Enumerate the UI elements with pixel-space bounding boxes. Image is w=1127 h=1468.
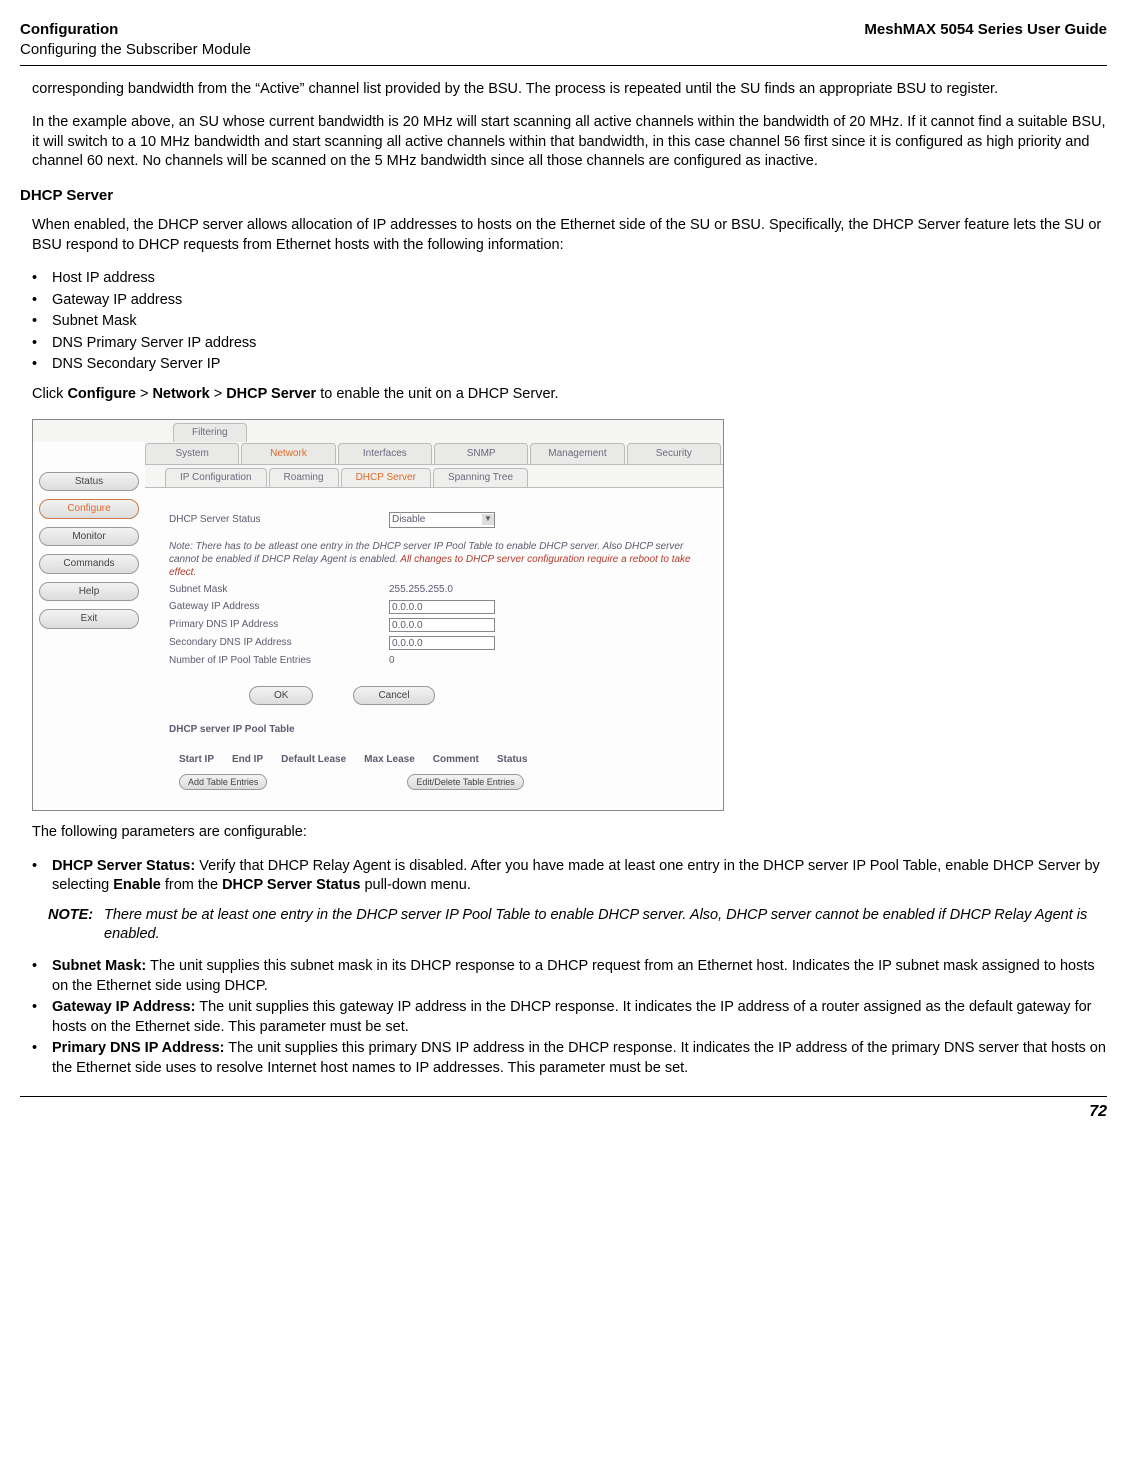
paragraph: In the example above, an SU whose curren… — [32, 113, 1107, 172]
subtab-roaming[interactable]: Roaming — [269, 468, 339, 487]
tab-filtering[interactable]: Filtering — [173, 423, 247, 442]
nav-help[interactable]: Help — [39, 582, 139, 602]
paragraph: Click Configure > Network > DHCP Server … — [32, 385, 1107, 405]
tab-snmp[interactable]: SNMP — [434, 443, 528, 464]
dhcp-status-label: DHCP Server Status — [169, 513, 389, 527]
subtab-ipconfig[interactable]: IP Configuration — [165, 468, 267, 487]
gateway-input[interactable]: 0.0.0.0 — [389, 600, 495, 614]
list-item: •DNS Primary Server IP address — [32, 334, 1107, 354]
tab-security[interactable]: Security — [627, 443, 721, 464]
pool-table-header: Start IP End IP Default Lease Max Lease … — [179, 753, 699, 767]
tab-system[interactable]: System — [145, 443, 239, 464]
list-item: • DHCP Server Status: Verify that DHCP R… — [32, 857, 1107, 896]
edit-entries-button[interactable]: Edit/Delete Table Entries — [407, 774, 523, 790]
secondary-dns-label: Secondary DNS IP Address — [169, 636, 389, 650]
pool-count-value: 0 — [389, 654, 395, 668]
nav-exit[interactable]: Exit — [39, 609, 139, 629]
subnet-mask-label: Subnet Mask — [169, 583, 389, 597]
note-block: NOTE: There must be at least one entry i… — [48, 906, 1107, 945]
list-item: •Gateway IP address — [32, 291, 1107, 311]
add-entries-button[interactable]: Add Table Entries — [179, 774, 267, 790]
nav-configure[interactable]: Configure — [39, 499, 139, 519]
nav-status[interactable]: Status — [39, 472, 139, 492]
paragraph: corresponding bandwidth from the “Active… — [32, 80, 1107, 100]
tab-interfaces[interactable]: Interfaces — [338, 443, 432, 464]
list-item: •DNS Secondary Server IP — [32, 355, 1107, 375]
panel-note: Note: There has to be atleast one entry … — [169, 540, 699, 579]
page-header: Configuration Configuring the Subscriber… — [20, 20, 1107, 66]
page-number: 72 — [1089, 1103, 1107, 1120]
nav-commands[interactable]: Commands — [39, 554, 139, 574]
list-item: • Subnet Mask: The unit supplies this su… — [32, 957, 1107, 996]
page-footer: 72 — [20, 1096, 1107, 1123]
subnet-mask-value: 255.255.255.0 — [389, 583, 453, 597]
paragraph: When enabled, the DHCP server allows all… — [32, 216, 1107, 255]
bullet-list: •Host IP address •Gateway IP address •Su… — [32, 269, 1107, 375]
primary-dns-label: Primary DNS IP Address — [169, 618, 389, 632]
list-item: •Subnet Mask — [32, 312, 1107, 332]
pool-count-label: Number of IP Pool Table Entries — [169, 654, 389, 668]
dhcp-status-select[interactable]: Disable ▼ — [389, 512, 495, 528]
list-item: •Host IP address — [32, 269, 1107, 289]
list-item: • Primary DNS IP Address: The unit suppl… — [32, 1039, 1107, 1078]
gateway-label: Gateway IP Address — [169, 600, 389, 614]
header-subtitle: Configuring the Subscriber Module — [20, 40, 251, 60]
section-heading: DHCP Server — [20, 186, 1107, 206]
pool-table-title: DHCP server IP Pool Table — [169, 723, 699, 737]
subtab-dhcpserver[interactable]: DHCP Server — [341, 468, 431, 487]
paragraph: The following parameters are configurabl… — [32, 823, 1107, 843]
header-title: Configuration — [20, 20, 251, 40]
param-list: • Subnet Mask: The unit supplies this su… — [32, 957, 1107, 1078]
param-list: • DHCP Server Status: Verify that DHCP R… — [32, 857, 1107, 896]
left-nav: Status Configure Monitor Commands Help E… — [33, 442, 145, 811]
subtab-spanningtree[interactable]: Spanning Tree — [433, 468, 528, 487]
cancel-button[interactable]: Cancel — [353, 686, 434, 706]
chevron-down-icon: ▼ — [482, 514, 494, 525]
secondary-dns-input[interactable]: 0.0.0.0 — [389, 636, 495, 650]
header-guide: MeshMAX 5054 Series User Guide — [864, 20, 1107, 61]
tab-network[interactable]: Network — [241, 443, 335, 464]
tab-management[interactable]: Management — [530, 443, 624, 464]
ok-button[interactable]: OK — [249, 686, 313, 706]
nav-monitor[interactable]: Monitor — [39, 527, 139, 547]
list-item: • Gateway IP Address: The unit supplies … — [32, 998, 1107, 1037]
primary-dns-input[interactable]: 0.0.0.0 — [389, 618, 495, 632]
embedded-screenshot: Filtering Status Configure Monitor Comma… — [32, 419, 724, 812]
